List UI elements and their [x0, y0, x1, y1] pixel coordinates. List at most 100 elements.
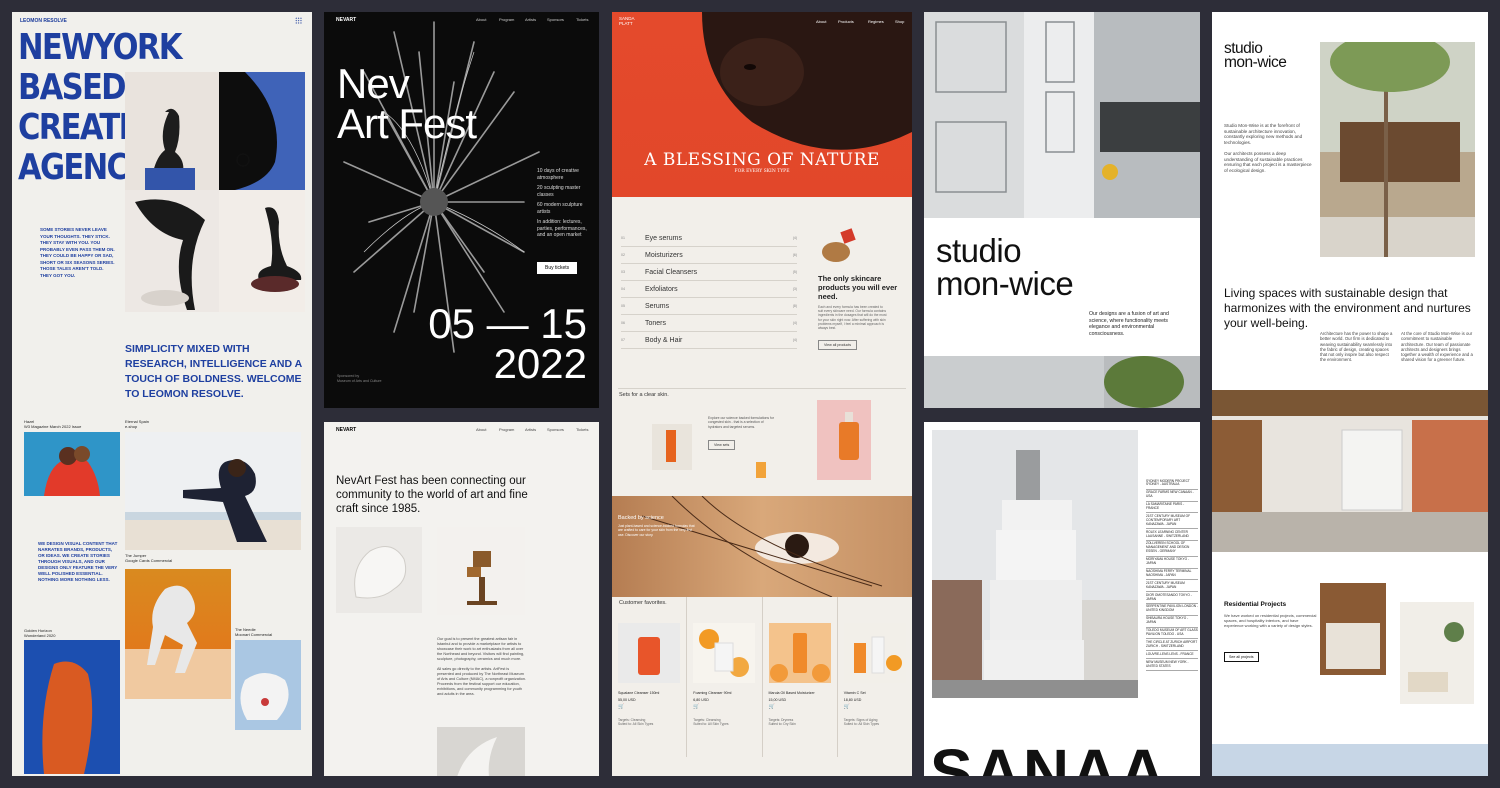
project-item[interactable]: DIOR OMOTESANDO TOKYO - JAPAN: [1146, 592, 1198, 604]
nav-artists[interactable]: Artists: [525, 427, 536, 432]
project-item[interactable]: ZOLLVEREIN SCHOOL OF MANAGEMENT AND DESI…: [1146, 541, 1198, 557]
intro-paragraph: Studio Mon-Wise is at the forefront of s…: [1224, 123, 1303, 146]
project-item[interactable]: SERPENTINE PAVILION LONDON - UNITED KING…: [1146, 604, 1198, 616]
project-item[interactable]: NAOSHIMA FERRY TERMINAL NAOSHIMA - JAPAN: [1146, 569, 1198, 581]
nav-tickets[interactable]: Tickets: [576, 427, 589, 432]
product-desc: Targets: Cleansing Suited to: All Skin T…: [693, 718, 729, 727]
product-desc: Targets: Cleansing Suited to: All Skin T…: [618, 718, 654, 727]
residential-projects-title: Residential Projects: [1224, 601, 1287, 608]
item-number: 05: [621, 304, 625, 308]
product-price: 55,00 USD: [618, 698, 636, 702]
project-item[interactable]: SHIBAURA HOUSE TOKYO - JAPAN: [1146, 616, 1198, 628]
item-count: (8): [792, 304, 797, 308]
brand-logo[interactable]: LEOMON RESOLVE: [20, 18, 67, 24]
project-item[interactable]: LA SAMARITAINE PARIS - FRANCE: [1146, 502, 1198, 514]
category-item[interactable]: 06 Toners (4): [621, 315, 797, 332]
project-item[interactable]: 21ST CENTURY MUSEUM OF CONTEMPORARY ART …: [1146, 513, 1198, 530]
nav-sponsors[interactable]: Sponsors: [547, 427, 564, 432]
product-card[interactable]: Marula Oil Based Moisturizer 15,00 USD 🛒…: [761, 597, 837, 757]
intro-text: SOME STORIES NEVER LEAVE YOUR THOUGHTS. …: [40, 227, 115, 278]
caption-sub: W3 Magazine March 2022 Issue: [24, 424, 82, 429]
item-number: 07: [621, 338, 625, 342]
only-skincare-title: The only skincare products you will ever…: [818, 274, 898, 301]
buy-tickets-button[interactable]: Buy tickets: [537, 262, 578, 274]
project-item[interactable]: MORIYAMA HOUSE TOKYO - JAPAN: [1146, 557, 1198, 569]
project-item[interactable]: TOLEDO MUSEUM OF ART GLASS PAVILION TOLE…: [1146, 628, 1198, 640]
category-item[interactable]: 02 Moisturizers (6): [621, 247, 797, 264]
category-item[interactable]: 05 Serums (8): [621, 298, 797, 315]
nav-program[interactable]: Program: [499, 427, 514, 432]
tagline: SIMPLICITY MIXED WITH RESEARCH, INTELLIG…: [125, 343, 302, 400]
project-item[interactable]: LOUVRE-LENS LENS - FRANCE: [1146, 651, 1198, 660]
building-photo: [924, 12, 1200, 218]
hero-subheadline: FOR EVERY SKIN TYPE: [734, 169, 790, 174]
view-sets-button[interactable]: View sets: [708, 440, 736, 450]
caption-sub: Google Cards Commercial: [125, 558, 173, 563]
product-desc: Targets: Signs of Aging Suited to: All S…: [843, 718, 880, 727]
product-card[interactable]: Squalane Cleanser 150ml 55,00 USD 🛒 Targ…: [612, 597, 686, 757]
nav-about[interactable]: About: [476, 427, 486, 432]
photo-golden-horizon[interactable]: [24, 640, 120, 774]
sanaa-wordmark: SANAA: [930, 736, 1168, 776]
photo-hazel[interactable]: [24, 432, 120, 496]
product-powder-photo: [822, 228, 856, 262]
item-label: Body & Hair: [645, 336, 683, 344]
logo-line: mon-wice: [1224, 54, 1287, 71]
item-number: 02: [621, 253, 625, 257]
project-item[interactable]: GRACE FARMS NEW CANAAN - USA: [1146, 490, 1198, 502]
category-item[interactable]: 04 Exfoliators (3): [621, 281, 797, 298]
view-all-products-button[interactable]: View all products: [818, 340, 858, 350]
grid-menu-icon[interactable]: [295, 17, 302, 24]
nevart-logo[interactable]: NEVART: [336, 427, 356, 433]
cart-icon[interactable]: 🛒: [693, 704, 755, 710]
product-photo: [618, 623, 681, 683]
hero-headline: A BLESSING OF NATURE: [644, 150, 880, 170]
nav-regimes[interactable]: Regimes: [868, 19, 884, 24]
sanaa-page: SYDNEY MODERN PROJECT SYDNEY - AUSTRALIA…: [924, 422, 1200, 776]
intro-paragraph: Our architects possess a deep understand…: [1224, 150, 1312, 173]
item-number: 04: [621, 287, 625, 291]
category-item[interactable]: 01 Eye serums (4): [621, 230, 797, 247]
item-label: Serums: [645, 302, 670, 310]
nav-about[interactable]: About: [816, 19, 826, 24]
title-line: Nev: [337, 60, 410, 107]
project-item[interactable]: THE CIRCLE AT ZURICH AIRPORT ZURICH - SW…: [1146, 639, 1198, 652]
brand-logo-line[interactable]: PLATT: [619, 21, 635, 26]
product-photo: [843, 623, 906, 683]
cart-icon[interactable]: 🛒: [844, 704, 906, 710]
product-photo: [693, 623, 756, 683]
project-item[interactable]: ROLEX LEARNING CENTER LAUSANNE - SWITZER…: [1146, 529, 1198, 541]
product-card[interactable]: Foaming Cleanser 90ml 6,80 USD 🛒 Targets…: [686, 597, 761, 757]
cart-icon[interactable]: 🛒: [769, 704, 831, 710]
sets-title: Sets for a clear skin.: [619, 392, 669, 398]
product-card[interactable]: Vitamin C Set 18,80 USD 🛒 Targets: Signs…: [836, 597, 912, 757]
studio-mon-wice-about: studio mon-wice Studio Mon-Wise is at the…: [1212, 12, 1488, 776]
nevart-about-page: NEVART About Program Artists Sponsors Ti…: [324, 422, 599, 776]
item-label: Eye serums: [645, 234, 682, 242]
category-item[interactable]: 07 Body & Hair (4): [621, 332, 797, 349]
photo-the-jumper[interactable]: [125, 569, 231, 699]
nav-shop[interactable]: Shop: [895, 19, 904, 24]
sculpture-photo-white: [336, 527, 422, 613]
about-headline: NevArt Fest has been connecting our comm…: [336, 475, 528, 515]
photo-eternal-spain[interactable]: [125, 432, 301, 550]
dates-line: 05 — 15: [428, 300, 587, 347]
info-item: 60 modern sculpture artists: [537, 202, 583, 215]
residential-photo-1: [1320, 583, 1386, 675]
item-label: Moisturizers: [645, 251, 683, 259]
product-name: Marula Oil Based Moisturizer: [768, 691, 815, 695]
info-item: 20 sculpting master classes: [537, 185, 581, 198]
project-item[interactable]: SYDNEY MODERN PROJECT SYDNEY - AUSTRALIA: [1146, 478, 1198, 490]
sanda-platt-skincare-page: SANDA PLATT About Products Regimes Shop A…: [612, 12, 912, 776]
new-museum-photo: [932, 430, 1138, 698]
see-all-projects-button[interactable]: See all projects: [1224, 652, 1259, 662]
title-line: studio: [936, 232, 1022, 269]
nav-products[interactable]: Products: [838, 19, 854, 24]
project-item[interactable]: NEW MUSEUM NEW YORK - UNITED STATES: [1146, 659, 1198, 671]
product-price: 6,80 USD: [693, 698, 709, 702]
project-item[interactable]: 21ST CENTURY MUSEUM KANAZAWA - JAPAN: [1146, 580, 1198, 593]
category-item[interactable]: 03 Facial Cleansers (5): [621, 264, 797, 281]
set-photo-2: [756, 462, 766, 478]
cart-icon[interactable]: 🛒: [618, 704, 680, 710]
photo-the-needle[interactable]: [235, 640, 301, 730]
